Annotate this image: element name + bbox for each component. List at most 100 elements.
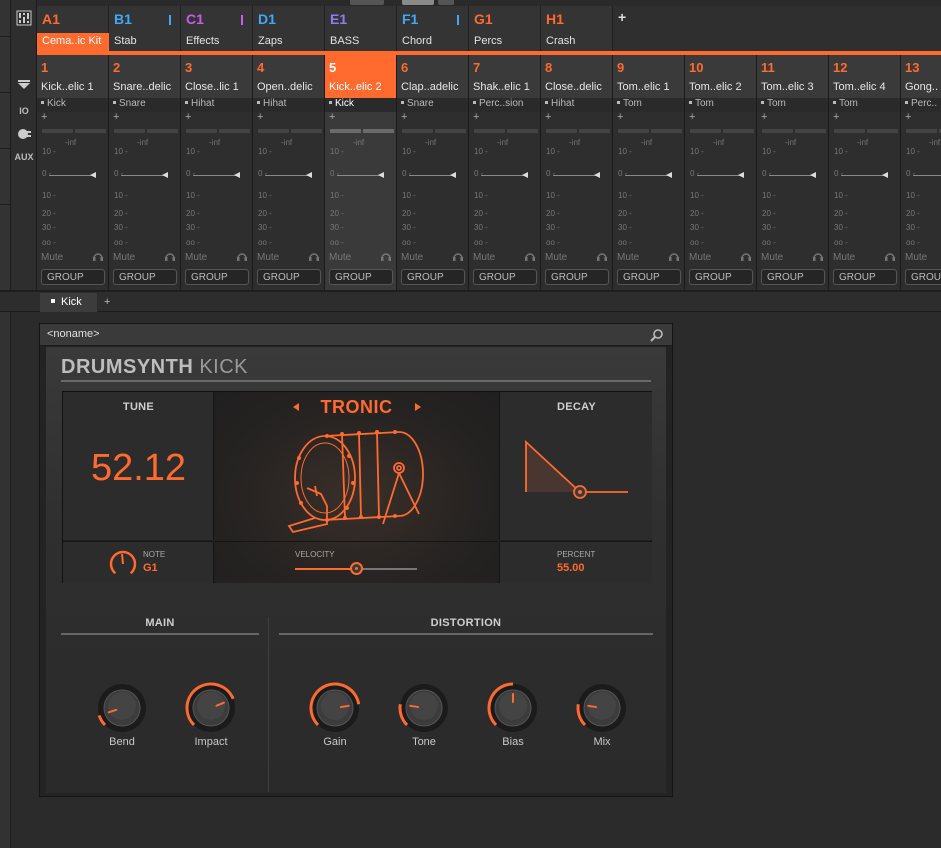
channel-sound[interactable]: Perc.. — [901, 98, 941, 112]
group-route-button[interactable]: GROUP — [761, 269, 825, 285]
channel-sound[interactable]: Hihat — [181, 98, 252, 112]
channel-sound[interactable]: Snare — [397, 98, 468, 112]
fader-handle-icon[interactable] — [234, 172, 240, 178]
headphones-icon[interactable] — [93, 251, 103, 264]
headphones-icon[interactable] — [669, 251, 679, 264]
add-group-button[interactable]: + — [618, 9, 626, 25]
add-plugin-button[interactable]: + — [329, 111, 335, 123]
fader-handle-icon[interactable] — [738, 172, 744, 178]
channel-sound[interactable]: Tom — [685, 98, 756, 112]
channel-header[interactable]: 13 Gong.. — [901, 55, 941, 98]
channel-sound[interactable]: Kick — [37, 98, 108, 112]
collapse-down-icon[interactable] — [11, 80, 37, 93]
sound-tab-kick[interactable]: Kick — [40, 293, 97, 312]
add-plugin-button[interactable]: + — [761, 111, 767, 123]
headphones-icon[interactable] — [453, 251, 463, 264]
group-h1[interactable]: H1 Crash — [541, 6, 613, 51]
headphones-icon[interactable] — [381, 251, 391, 264]
add-plugin-button[interactable]: + — [905, 111, 911, 123]
channel-header[interactable]: 11 Tom..elic 3 — [757, 55, 828, 98]
channel-header[interactable]: 3 Close..lic 1 — [181, 55, 252, 98]
fader-handle-icon[interactable] — [450, 172, 456, 178]
group-e1[interactable]: E1 BASS — [325, 6, 397, 51]
fader-handle-icon[interactable] — [810, 172, 816, 178]
add-plugin-button[interactable]: + — [113, 111, 119, 123]
fader-handle-icon[interactable] — [882, 172, 888, 178]
channel-sound[interactable]: Hihat — [541, 98, 612, 112]
group-route-button[interactable]: GROUP — [617, 269, 681, 285]
percent-value[interactable]: 55.00 — [557, 562, 585, 574]
mute-button[interactable]: Mute — [329, 252, 351, 263]
group-route-button[interactable]: GROUP — [833, 269, 897, 285]
add-plugin-button[interactable]: + — [545, 111, 551, 123]
velocity-slider[interactable] — [295, 562, 417, 575]
mute-button[interactable]: Mute — [545, 252, 567, 263]
mute-button[interactable]: Mute — [905, 252, 927, 263]
headphones-icon[interactable] — [813, 251, 823, 264]
preset-title-bar[interactable]: <noname> — [40, 324, 672, 346]
fader-handle-icon[interactable] — [522, 172, 528, 178]
fader-handle-icon[interactable] — [666, 172, 672, 178]
engine-name[interactable]: TRONIC — [215, 397, 498, 418]
channel-sound[interactable]: Kick — [325, 98, 396, 112]
knob-icon[interactable] — [185, 682, 237, 734]
channel-sound[interactable]: Tom — [829, 98, 900, 112]
note-knob-icon[interactable] — [109, 550, 137, 578]
add-plugin-button[interactable]: + — [401, 111, 407, 123]
group-c1[interactable]: C1 Effects — [181, 6, 253, 51]
knob-icon[interactable] — [487, 682, 539, 734]
knob-bias[interactable]: Bias — [483, 682, 543, 754]
channel-header[interactable]: 2 Snare..delic — [109, 55, 180, 98]
mute-button[interactable]: Mute — [473, 252, 495, 263]
tune-box[interactable]: TUNE 52.12 — [63, 392, 214, 540]
tune-value[interactable]: 52.12 — [63, 447, 214, 490]
fader-handle-icon[interactable] — [90, 172, 96, 178]
knob-bend[interactable]: Bend — [92, 682, 152, 754]
knob-tone[interactable]: Tone — [394, 682, 454, 754]
group-g1[interactable]: G1 Percs — [469, 6, 541, 51]
knob-gain[interactable]: Gain — [305, 682, 365, 754]
knob-icon[interactable] — [398, 682, 450, 734]
add-plugin-button[interactable]: + — [689, 111, 695, 123]
volume-fader[interactable] — [265, 172, 312, 178]
headphones-icon[interactable] — [741, 251, 751, 264]
headphones-icon[interactable] — [237, 251, 247, 264]
volume-fader[interactable] — [697, 172, 744, 178]
channel-header[interactable]: 9 Tom..elic 1 — [613, 55, 684, 98]
mute-button[interactable]: Mute — [185, 252, 207, 263]
knob-impact[interactable]: Impact — [181, 682, 241, 754]
channel-sound[interactable]: Snare — [109, 98, 180, 112]
io-button[interactable]: IO — [11, 106, 37, 116]
volume-fader[interactable] — [769, 172, 816, 178]
volume-fader[interactable] — [409, 172, 456, 178]
velocity-handle[interactable] — [350, 562, 363, 575]
mute-button[interactable]: Mute — [401, 252, 423, 263]
add-plugin-button[interactable]: + — [833, 111, 839, 123]
channel-header[interactable]: 7 Shak..elic 1 — [469, 55, 540, 98]
add-plugin-button[interactable]: + — [617, 111, 623, 123]
mute-button[interactable]: Mute — [617, 252, 639, 263]
group-route-button[interactable]: GROUP — [689, 269, 753, 285]
group-route-button[interactable]: GROUP — [473, 269, 537, 285]
note-value[interactable]: G1 — [143, 562, 158, 574]
knob-icon[interactable] — [309, 682, 361, 734]
channel-header[interactable]: 8 Close..delic — [541, 55, 612, 98]
channel-header[interactable]: 4 Open..delic — [253, 55, 324, 98]
volume-fader[interactable] — [841, 172, 888, 178]
mute-button[interactable]: Mute — [689, 252, 711, 263]
headphones-icon[interactable] — [525, 251, 535, 264]
mute-button[interactable]: Mute — [833, 252, 855, 263]
decay-box[interactable]: DECAY — [499, 392, 652, 540]
group-route-button[interactable]: GROUP — [329, 269, 393, 285]
next-engine-icon[interactable] — [415, 403, 421, 411]
fader-handle-icon[interactable] — [378, 172, 384, 178]
group-route-button[interactable]: GROUP — [401, 269, 465, 285]
group-route-button[interactable]: GROUP — [905, 269, 941, 285]
channel-sound[interactable]: Perc..sion — [469, 98, 540, 112]
aux-button[interactable]: AUX — [11, 152, 37, 162]
mute-button[interactable]: Mute — [113, 252, 135, 263]
fader-handle-icon[interactable] — [594, 172, 600, 178]
group-b1[interactable]: B1 Stab — [109, 6, 181, 51]
group-d1[interactable]: D1 Zaps — [253, 6, 325, 51]
add-sound-tab-button[interactable]: + — [104, 296, 110, 308]
